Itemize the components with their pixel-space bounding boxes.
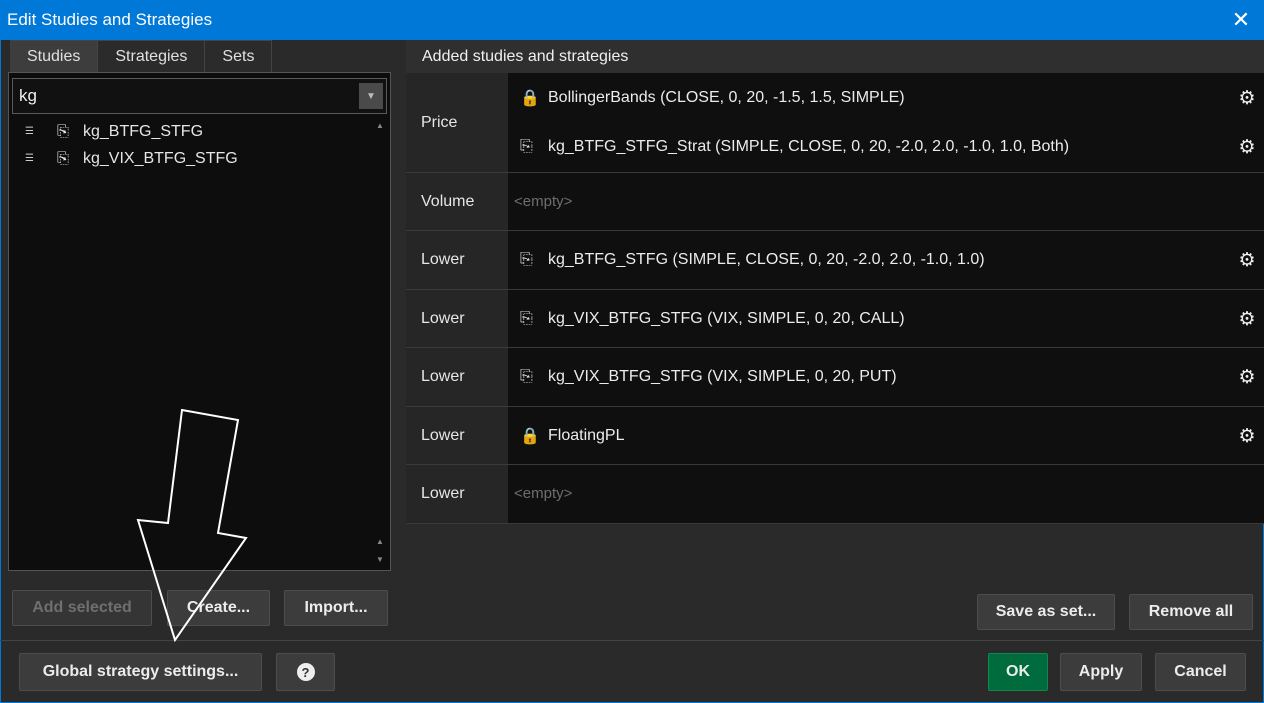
list-item-label: kg_VIX_BTFG_STFG — [83, 149, 238, 167]
title-bar: Edit Studies and Strategies ✕ — [0, 0, 1264, 40]
added-studies-panel: Added studies and strategies Price 🔒 Bol… — [406, 40, 1264, 524]
row-label: Lower — [406, 290, 508, 347]
footer-divider — [0, 640, 1264, 641]
study-entry[interactable]: ⎘ kg_VIX_BTFG_STFG (VIX, SIMPLE, 0, 20, … — [520, 365, 897, 389]
study-list: ☰ ⎘ kg_BTFG_STFG ☰ ⎘ kg_VIX_BTFG_STFG — [9, 118, 369, 172]
tab-sets[interactable]: Sets — [205, 40, 273, 72]
gear-icon[interactable]: ⚙ — [1236, 136, 1258, 158]
tab-studies[interactable]: Studies — [10, 40, 99, 72]
close-icon[interactable]: ✕ — [1218, 0, 1264, 40]
lower-row: Lower <empty> — [406, 465, 1264, 524]
empty-placeholder: <empty> — [514, 485, 573, 502]
lower-row: Lower ⎘ kg_BTFG_STFG (SIMPLE, CLOSE, 0, … — [406, 231, 1264, 290]
scroll-down-icon[interactable]: ▼ — [374, 555, 386, 569]
cancel-button[interactable]: Cancel — [1155, 653, 1246, 691]
remove-all-button[interactable]: Remove all — [1129, 594, 1253, 630]
row-label: Lower — [406, 231, 508, 289]
empty-placeholder: <empty> — [514, 193, 573, 210]
lower-row: Lower ⎘ kg_VIX_BTFG_STFG (VIX, SIMPLE, 0… — [406, 348, 1264, 407]
help-button[interactable]: ? — [276, 653, 335, 691]
price-row: Price 🔒 BollingerBands (CLOSE, 0, 20, -1… — [406, 73, 1264, 173]
scrollbar[interactable]: ▲ ▲ ▼ — [374, 121, 386, 571]
row-body: ⎘ kg_BTFG_STFG (SIMPLE, CLOSE, 0, 20, -2… — [508, 231, 1264, 289]
help-icon: ? — [296, 663, 315, 681]
list-item[interactable]: ☰ ⎘ kg_BTFG_STFG — [9, 118, 369, 145]
gear-icon[interactable]: ⚙ — [1236, 308, 1258, 330]
strategy-entry[interactable]: ⎘ kg_BTFG_STFG_Strat (SIMPLE, CLOSE, 0, … — [520, 135, 1069, 159]
drag-handle-icon[interactable]: ☰ — [25, 126, 37, 137]
row-label: Price — [406, 73, 508, 172]
row-body: <empty> — [508, 465, 1264, 523]
script-icon: ⎘ — [520, 251, 533, 268]
tab-strategies[interactable]: Strategies — [98, 40, 206, 72]
lower-row: Lower ⎘ kg_VIX_BTFG_STFG (VIX, SIMPLE, 0… — [406, 290, 1264, 348]
locked-script-icon: 🔒 — [520, 428, 540, 445]
script-icon: ⎘ — [57, 150, 70, 167]
row-body: ⎘ kg_VIX_BTFG_STFG (VIX, SIMPLE, 0, 20, … — [508, 348, 1264, 406]
study-entry-label: BollingerBands (CLOSE, 0, 20, -1.5, 1.5,… — [548, 89, 905, 106]
row-label: Volume — [406, 173, 508, 230]
lower-row: Lower 🔒 FloatingPL ⚙ — [406, 407, 1264, 465]
study-entry[interactable]: ⎘ kg_BTFG_STFG (SIMPLE, CLOSE, 0, 20, -2… — [520, 248, 985, 272]
study-entry[interactable]: 🔒 BollingerBands (CLOSE, 0, 20, -1.5, 1.… — [520, 86, 905, 110]
scroll-up-icon[interactable]: ▲ — [374, 121, 386, 135]
panel-header: Added studies and strategies — [406, 40, 1264, 73]
search-input[interactable] — [19, 83, 349, 109]
ok-button[interactable]: OK — [988, 653, 1048, 691]
row-body: <empty> — [508, 173, 1264, 230]
global-strategy-settings-button[interactable]: Global strategy settings... — [19, 653, 262, 691]
left-tabs: Studies Strategies Sets — [10, 40, 273, 72]
study-entry-label: kg_BTFG_STFG (SIMPLE, CLOSE, 0, 20, -2.0… — [548, 251, 985, 268]
create-button[interactable]: Create... — [167, 590, 270, 626]
add-selected-button[interactable]: Add selected — [12, 590, 152, 626]
study-entry[interactable]: ⎘ kg_VIX_BTFG_STFG (VIX, SIMPLE, 0, 20, … — [520, 307, 905, 331]
study-entry-label: FloatingPL — [548, 427, 625, 444]
row-label: Lower — [406, 465, 508, 523]
drag-handle-icon[interactable]: ☰ — [25, 153, 37, 164]
list-item[interactable]: ☰ ⎘ kg_VIX_BTFG_STFG — [9, 145, 369, 172]
gear-icon[interactable]: ⚙ — [1236, 249, 1258, 271]
study-entry[interactable]: 🔒 FloatingPL — [520, 424, 625, 448]
row-label: Lower — [406, 348, 508, 406]
script-icon: ⎘ — [57, 123, 70, 140]
search-box: ▼ — [12, 78, 387, 114]
studies-list-panel: ▼ ☰ ⎘ kg_BTFG_STFG ☰ ⎘ kg_VIX_BTFG_STFG … — [8, 72, 391, 571]
strategy-entry-label: kg_BTFG_STFG_Strat (SIMPLE, CLOSE, 0, 20… — [548, 138, 1070, 155]
save-as-set-button[interactable]: Save as set... — [977, 594, 1115, 630]
script-icon: ⎘ — [520, 310, 533, 327]
gear-icon[interactable]: ⚙ — [1236, 366, 1258, 388]
row-body: 🔒 BollingerBands (CLOSE, 0, 20, -1.5, 1.… — [508, 73, 1264, 172]
import-button[interactable]: Import... — [284, 590, 388, 626]
gear-icon[interactable]: ⚙ — [1236, 87, 1258, 109]
script-icon: ⎘ — [520, 138, 533, 155]
gear-icon[interactable]: ⚙ — [1236, 425, 1258, 447]
chevron-down-icon[interactable]: ▼ — [359, 83, 383, 109]
row-label: Lower — [406, 407, 508, 464]
locked-script-icon: 🔒 — [520, 90, 540, 107]
apply-button[interactable]: Apply — [1060, 653, 1142, 691]
scroll-up-icon[interactable]: ▲ — [374, 537, 386, 551]
row-body: ⎘ kg_VIX_BTFG_STFG (VIX, SIMPLE, 0, 20, … — [508, 290, 1264, 347]
study-entry-label: kg_VIX_BTFG_STFG (VIX, SIMPLE, 0, 20, PU… — [548, 368, 897, 385]
window-title: Edit Studies and Strategies — [7, 10, 213, 29]
list-item-label: kg_BTFG_STFG — [83, 122, 204, 140]
row-body: 🔒 FloatingPL ⚙ — [508, 407, 1264, 464]
script-icon: ⎘ — [520, 368, 533, 385]
study-entry-label: kg_VIX_BTFG_STFG (VIX, SIMPLE, 0, 20, CA… — [548, 310, 905, 327]
volume-row: Volume <empty> — [406, 173, 1264, 231]
